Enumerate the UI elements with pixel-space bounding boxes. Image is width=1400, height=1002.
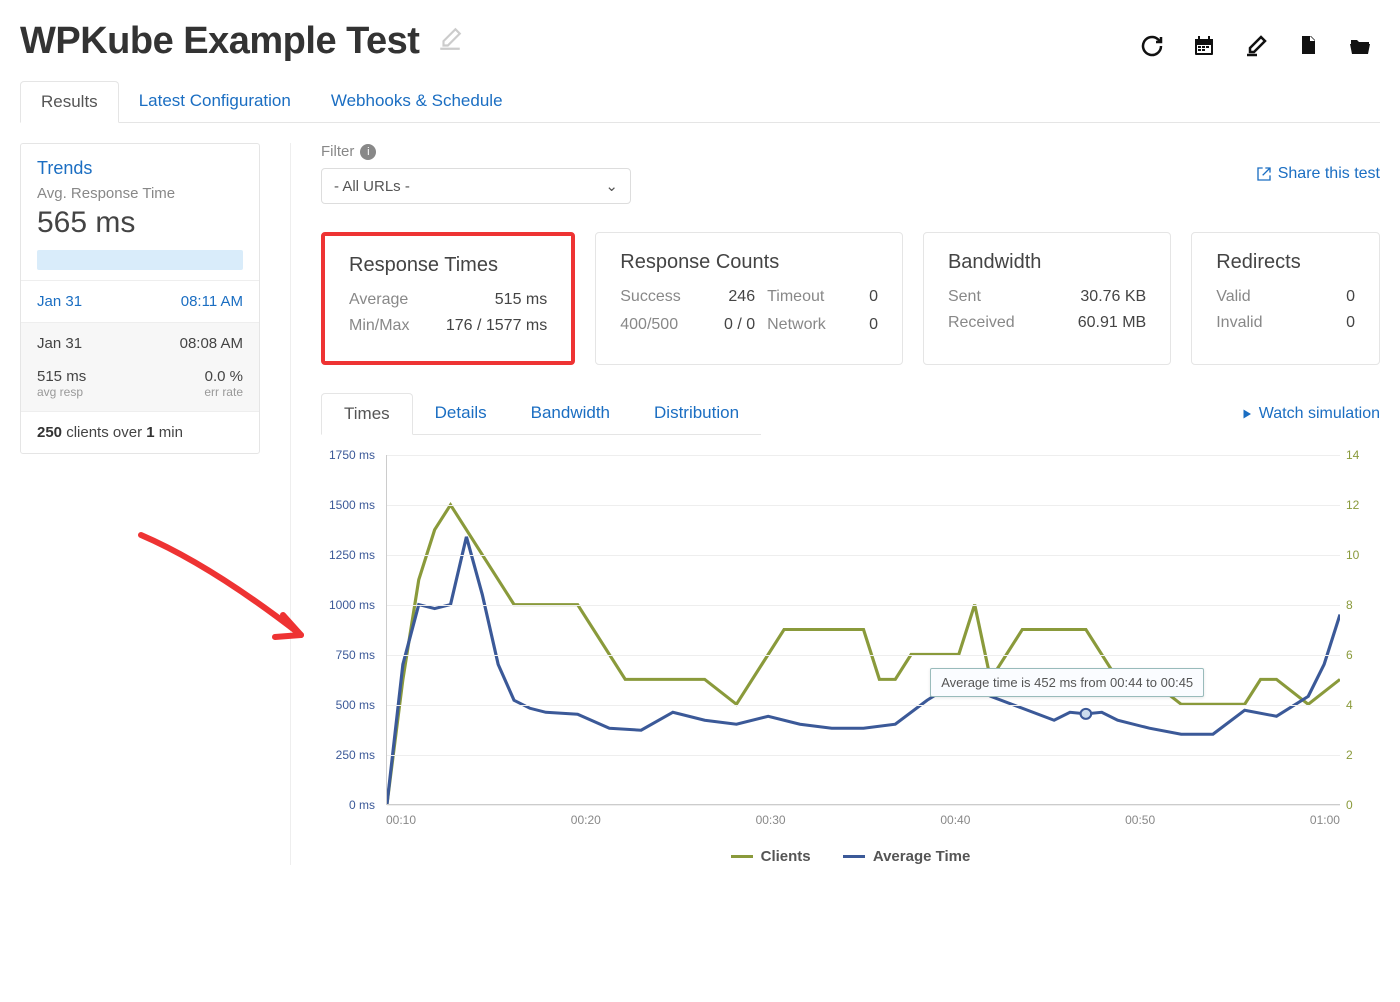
share-label: Share this test [1278, 165, 1380, 183]
run-date: Jan 31 [37, 293, 82, 310]
err-rate-value: 0.0 % [205, 368, 243, 385]
card-response-times: Response Times Average515 ms Min/Max176 … [321, 232, 575, 365]
info-icon[interactable]: i [360, 144, 376, 160]
card-title: Redirects [1216, 251, 1355, 274]
chevron-down-icon: ⌄ [605, 177, 618, 195]
run-time: 08:11 AM [181, 293, 243, 310]
subtab-times[interactable]: Times [321, 393, 413, 435]
select-value: - All URLs - [334, 178, 410, 195]
url-filter-select[interactable]: - All URLs - ⌄ [321, 168, 631, 204]
err-rate-label: err rate [204, 385, 243, 399]
chart-tooltip: Average time is 452 ms from 00:44 to 00:… [930, 668, 1204, 697]
card-title: Response Times [349, 254, 547, 277]
tab-latest-configuration[interactable]: Latest Configuration [119, 81, 311, 122]
refresh-icon[interactable] [1140, 34, 1164, 63]
watch-label: Watch simulation [1259, 405, 1380, 423]
clients-summary: 250 clients over 1 min [21, 411, 259, 453]
copy-icon[interactable] [1296, 34, 1320, 63]
watch-simulation-link[interactable]: Watch simulation [1241, 405, 1380, 423]
chart-subtabs: Times Details Bandwidth Distribution [321, 393, 761, 435]
tab-webhooks-schedule[interactable]: Webhooks & Schedule [311, 81, 523, 122]
card-title: Bandwidth [948, 251, 1146, 274]
subtab-bandwidth[interactable]: Bandwidth [509, 393, 632, 434]
calendar-icon[interactable] [1192, 34, 1216, 63]
card-title: Response Counts [620, 251, 878, 274]
trends-title[interactable]: Trends [37, 158, 243, 179]
page-title: WPKube Example Test [20, 20, 419, 63]
run-date: Jan 31 [37, 335, 82, 352]
card-redirects: Redirects Valid0 Invalid0 [1191, 232, 1380, 365]
avg-resp-value: 515 ms [37, 368, 86, 385]
share-test-link[interactable]: Share this test [1256, 165, 1380, 183]
chart-legend: Clients Average Time [321, 845, 1380, 865]
edit-icon[interactable] [1244, 34, 1268, 63]
card-bandwidth: Bandwidth Sent30.76 KB Received60.91 MB [923, 232, 1171, 365]
subtab-distribution[interactable]: Distribution [632, 393, 761, 434]
filter-label: Filter i [321, 143, 631, 160]
trends-value: 565 ms [37, 206, 243, 240]
run-row-1[interactable]: Jan 31 08:08 AM [21, 322, 259, 364]
run-time: 08:08 AM [180, 335, 243, 352]
trends-card: Trends Avg. Response Time 565 ms Jan 31 … [20, 143, 260, 454]
run-row-0[interactable]: Jan 31 08:11 AM [21, 280, 259, 322]
folder-icon[interactable] [1348, 34, 1372, 63]
trends-sparkline [37, 250, 243, 270]
toolbar [1140, 34, 1380, 63]
avg-resp-label: avg resp [37, 385, 83, 399]
main-tabs: Results Latest Configuration Webhooks & … [20, 81, 1380, 123]
response-time-chart[interactable]: 0 ms250 ms500 ms750 ms1000 ms1250 ms1500… [321, 455, 1380, 865]
subtab-details[interactable]: Details [413, 393, 509, 434]
card-response-counts: Response Counts Success246 Timeout0 400/… [595, 232, 903, 365]
edit-title-icon[interactable] [437, 26, 463, 57]
tab-results[interactable]: Results [20, 81, 119, 123]
trends-subtitle: Avg. Response Time [37, 185, 243, 202]
